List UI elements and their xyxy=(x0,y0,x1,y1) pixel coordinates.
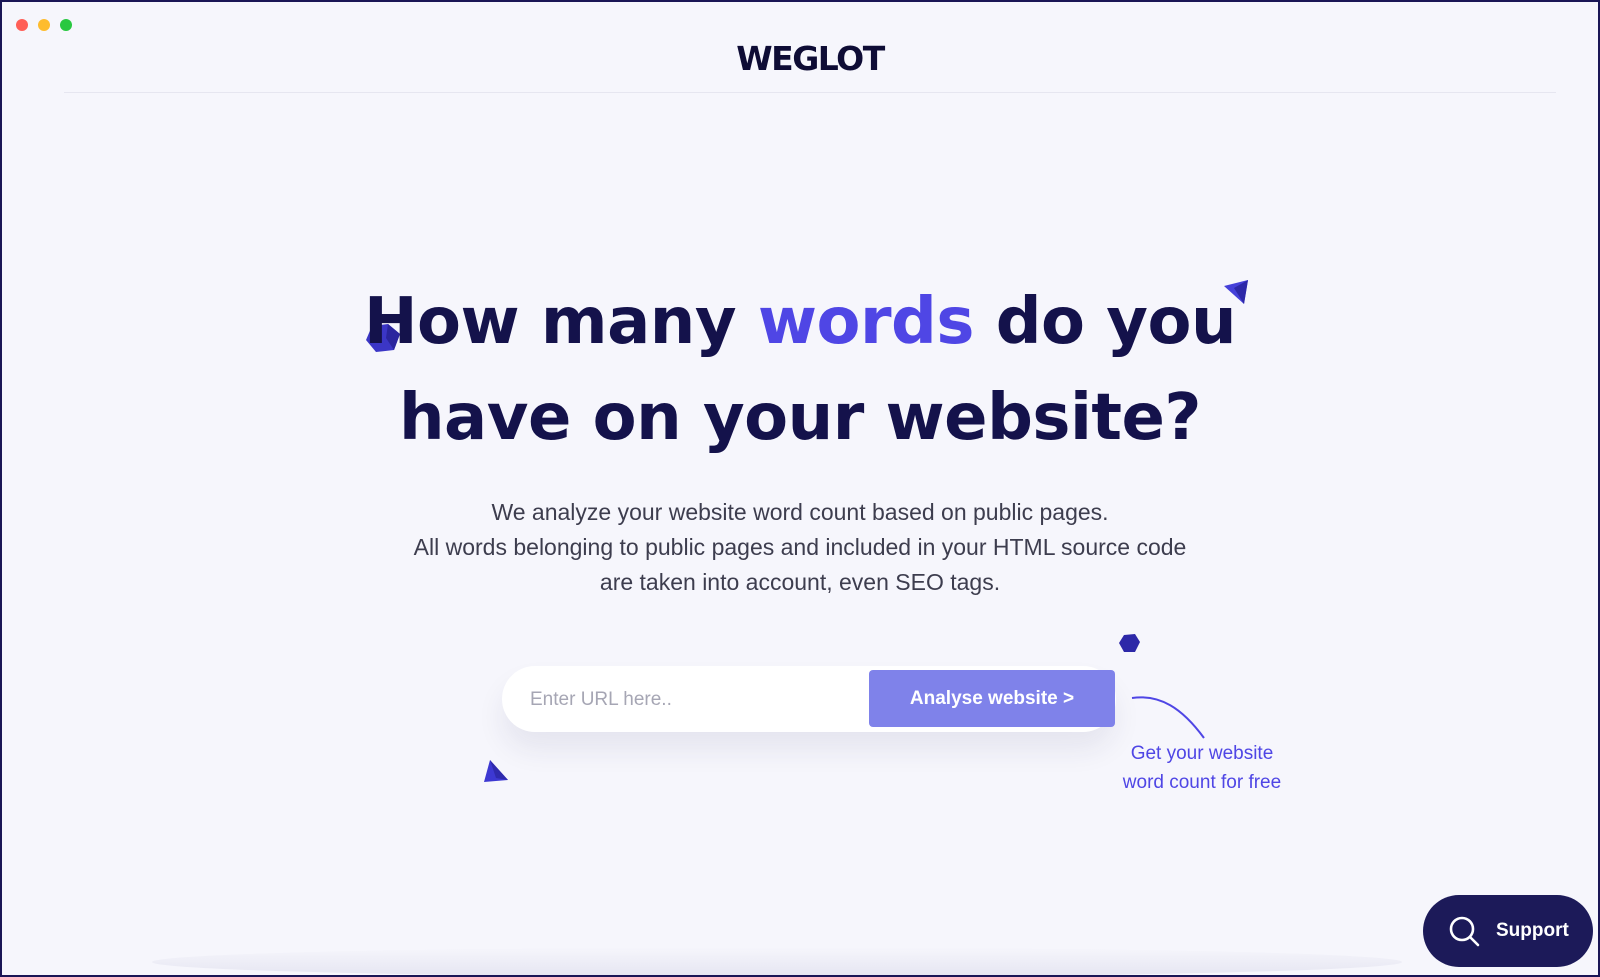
small-hexagon-shape-icon xyxy=(1119,634,1140,652)
analyse-website-button[interactable]: Analyse website > xyxy=(869,670,1115,727)
bottom-shadow xyxy=(152,947,1402,975)
small-triangle-shape-icon xyxy=(484,760,508,782)
site-header: WEGLOT xyxy=(64,2,1556,93)
curved-arrow-icon xyxy=(1131,696,1205,739)
close-window-button[interactable] xyxy=(16,19,28,31)
weglot-logo[interactable]: WEGLOT xyxy=(64,42,1556,75)
url-form: Analyse website > xyxy=(502,666,1116,732)
hero-title-line-1: How many words do you xyxy=(2,274,1598,370)
url-input[interactable] xyxy=(528,682,862,718)
title-text: How many xyxy=(363,285,758,359)
title-text: do you xyxy=(973,285,1237,359)
support-button[interactable]: Support xyxy=(1423,895,1593,967)
hero-title: How many words do you have on your websi… xyxy=(2,274,1598,466)
support-label: Support xyxy=(1496,920,1569,941)
description-line-1: We analyze your website word count based… xyxy=(491,499,1109,525)
title-accent-word: words xyxy=(757,285,975,359)
free-word-count-callout: Get your website word count for free xyxy=(1092,739,1312,797)
minimize-window-button[interactable] xyxy=(38,19,50,31)
hero-description: We analyze your website word count based… xyxy=(2,495,1598,600)
hero-title-line-2: have on your website? xyxy=(398,381,1202,455)
callout-line-2: word count for free xyxy=(1122,772,1282,793)
search-icon xyxy=(1449,916,1480,947)
callout-line-1: Get your website xyxy=(1130,743,1274,764)
description-line-3: are taken into account, even SEO tags. xyxy=(599,569,1001,595)
description-line-2: All words belonging to public pages and … xyxy=(413,534,1187,560)
browser-window: WEGLOT How many words do you have on you… xyxy=(2,2,1598,975)
